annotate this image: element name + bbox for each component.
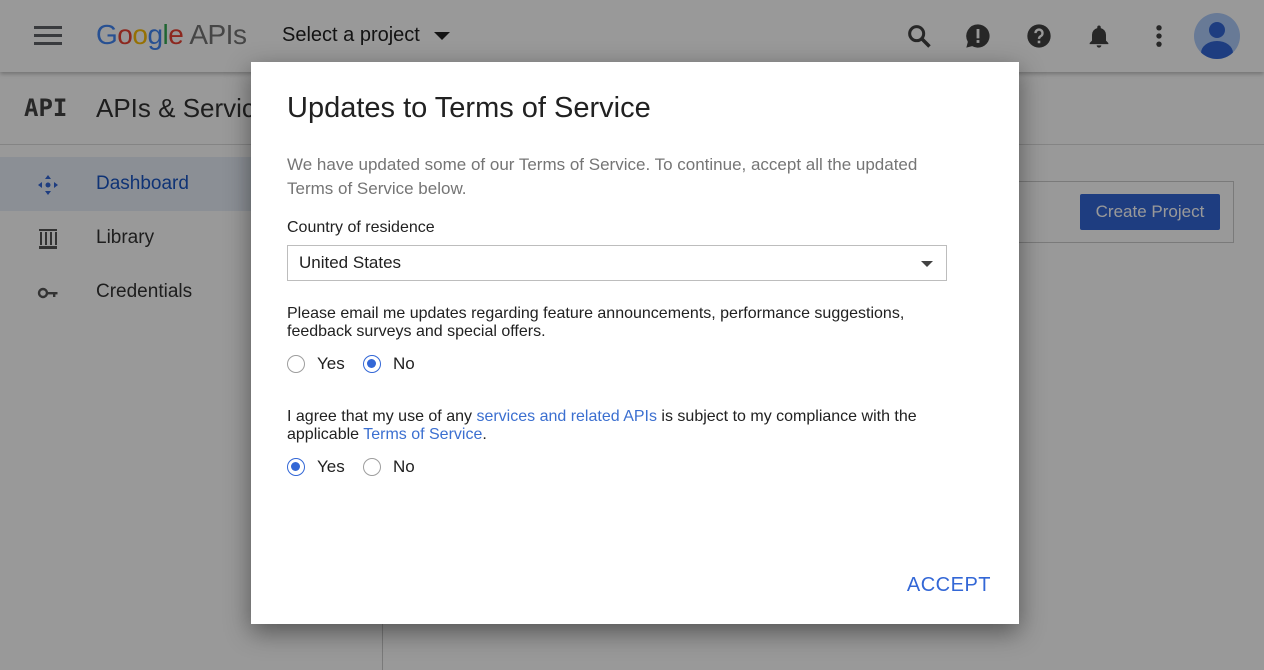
country-label: Country of residence [287,219,435,236]
dialog-title: Updates to Terms of Service [287,92,651,124]
terms-of-service-link[interactable]: Terms of Service [363,426,482,443]
agreement-text: . [482,426,487,443]
agreement-statement: I agree that my use of any services and … [287,408,967,444]
email-updates-question: Please email me updates regarding featur… [287,305,905,340]
accept-button[interactable]: ACCEPT [891,569,991,601]
country-select-value: United States [299,253,402,272]
agree-yes-radio[interactable] [287,458,305,476]
dialog-description: We have updated some of our Terms of Ser… [287,155,918,198]
country-select[interactable]: United States [287,245,947,281]
agree-no-label[interactable]: No [393,457,415,477]
email-no-radio[interactable] [363,355,381,373]
email-no-label[interactable]: No [393,354,415,374]
email-yes-label[interactable]: Yes [317,354,345,374]
email-yes-radio[interactable] [287,355,305,373]
agree-yes-label[interactable]: Yes [317,457,345,477]
agreement-text: I agree that my use of any [287,408,477,425]
dropdown-arrow-icon [921,261,933,267]
services-apis-link[interactable]: services and related APIs [476,408,657,425]
terms-of-service-dialog: Updates to Terms of Service We have upda… [251,62,1019,624]
agree-no-radio[interactable] [363,458,381,476]
